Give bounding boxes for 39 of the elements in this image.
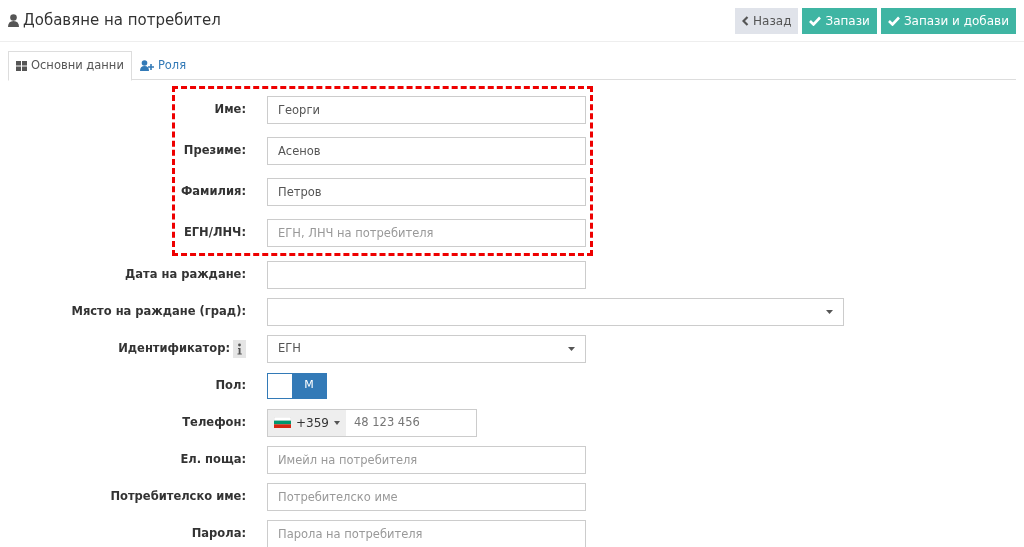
check-icon — [887, 15, 900, 26]
country-code-selector[interactable]: +359 — [268, 409, 346, 436]
toggle-switch[interactable]: М — [267, 372, 327, 399]
field-label: Презиме: — [183, 141, 246, 159]
field-label: Парола: — [191, 524, 246, 542]
tab[interactable]: Основни данни — [8, 51, 132, 81]
phone-field[interactable]: +359 48 123 456 — [267, 408, 477, 437]
field-label: Дата на раждане: — [125, 265, 246, 283]
add-user-icon — [139, 60, 154, 71]
field-label: Пол: — [215, 376, 246, 394]
caret-icon — [333, 420, 340, 425]
input-field[interactable]: Потребителско име — [267, 482, 586, 511]
field-label: Ел. поща: — [180, 450, 246, 468]
field-label: Потребителско име: — [110, 487, 246, 505]
caret-icon — [826, 309, 833, 314]
input-field[interactable]: ЕГН, ЛНЧ на потребителя — [267, 218, 586, 247]
grid-icon — [16, 61, 27, 71]
input-field[interactable]: Имейл на потребителя — [267, 445, 586, 474]
caret-icon — [568, 346, 575, 351]
back-button[interactable]: Назад — [735, 7, 799, 34]
field-label: Телефон: — [182, 413, 246, 431]
chevron-left-icon — [742, 15, 749, 26]
check-icon — [809, 15, 822, 26]
input-field[interactable]: Асенов — [267, 136, 586, 165]
select-field[interactable] — [267, 297, 844, 326]
field-label: Фамилия: — [180, 182, 246, 200]
field-label: Име: — [214, 100, 246, 118]
flag-icon — [274, 417, 291, 428]
input-field[interactable]: Георги — [267, 95, 586, 124]
field-label: ЕГН/ЛНЧ: — [183, 223, 246, 241]
input-field[interactable] — [267, 260, 586, 289]
input-field[interactable]: Парола на потребителя — [267, 519, 586, 547]
user-icon — [8, 14, 19, 27]
select-field[interactable]: ЕГН — [267, 334, 586, 363]
field-label: Идентификатор: — [118, 339, 230, 357]
tab[interactable]: Роля — [131, 51, 195, 80]
field-label: Място на раждане (град): — [71, 302, 246, 320]
input-field[interactable]: Петров — [267, 177, 586, 206]
page-title: Добавяне на потребител — [23, 10, 221, 32]
